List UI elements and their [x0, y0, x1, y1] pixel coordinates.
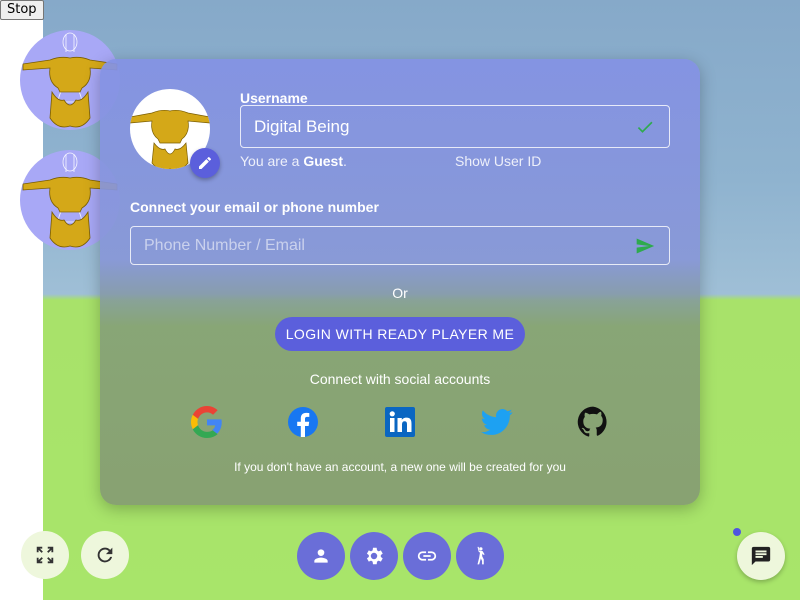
notification-dot — [733, 528, 741, 536]
google-icon — [191, 406, 222, 438]
or-divider: Or — [392, 285, 408, 301]
login-ready-player-me-button[interactable]: LOGIN WITH READY PLAYER ME — [275, 317, 525, 351]
facebook-login-button[interactable] — [287, 406, 319, 438]
edit-avatar-button[interactable] — [190, 148, 220, 178]
refresh-button[interactable] — [81, 531, 129, 579]
guest-prefix: You are a — [240, 153, 304, 169]
dance-icon — [477, 546, 485, 565]
account-creation-note: If you don't have an account, a new one … — [234, 460, 566, 474]
person-icon — [314, 549, 328, 563]
facebook-icon — [288, 407, 318, 437]
twitter-login-button[interactable] — [481, 406, 513, 438]
profile-button[interactable] — [297, 532, 345, 580]
twitter-icon — [481, 409, 513, 435]
guest-word: Guest — [303, 153, 344, 169]
emote-button[interactable] — [456, 532, 504, 580]
linkedin-login-button[interactable] — [384, 406, 416, 438]
refresh-icon — [97, 547, 113, 563]
link-icon — [417, 551, 437, 561]
share-link-button[interactable] — [403, 532, 451, 580]
connect-label: Connect your email or phone number — [130, 199, 379, 215]
show-user-id-link[interactable]: Show User ID — [455, 153, 541, 169]
contact-input-field[interactable]: Phone Number / Email — [130, 226, 670, 265]
send-icon[interactable] — [635, 236, 655, 256]
stop-button[interactable]: Stop — [0, 0, 44, 20]
username-value[interactable]: Digital Being — [241, 117, 635, 137]
username-label: Username — [240, 90, 308, 106]
contact-input-placeholder[interactable]: Phone Number / Email — [131, 237, 635, 255]
github-login-button[interactable] — [577, 406, 609, 438]
login-panel: Username Digital Being You are a Guest. … — [100, 59, 700, 505]
chat-icon — [751, 546, 771, 566]
guest-status: You are a Guest. — [240, 153, 347, 169]
settings-button[interactable] — [350, 532, 398, 580]
pencil-icon — [199, 156, 212, 169]
social-accounts-label: Connect with social accounts — [309, 371, 491, 387]
guest-suffix: . — [343, 153, 347, 169]
fullscreen-button[interactable] — [21, 531, 69, 579]
linkedin-icon — [385, 407, 415, 437]
username-field[interactable]: Digital Being — [240, 105, 670, 148]
check-icon[interactable] — [635, 117, 655, 137]
chat-button[interactable] — [737, 532, 785, 580]
gear-icon — [366, 547, 383, 565]
github-icon — [577, 406, 607, 437]
fullscreen-icon — [36, 546, 54, 564]
google-login-button[interactable] — [191, 406, 223, 438]
